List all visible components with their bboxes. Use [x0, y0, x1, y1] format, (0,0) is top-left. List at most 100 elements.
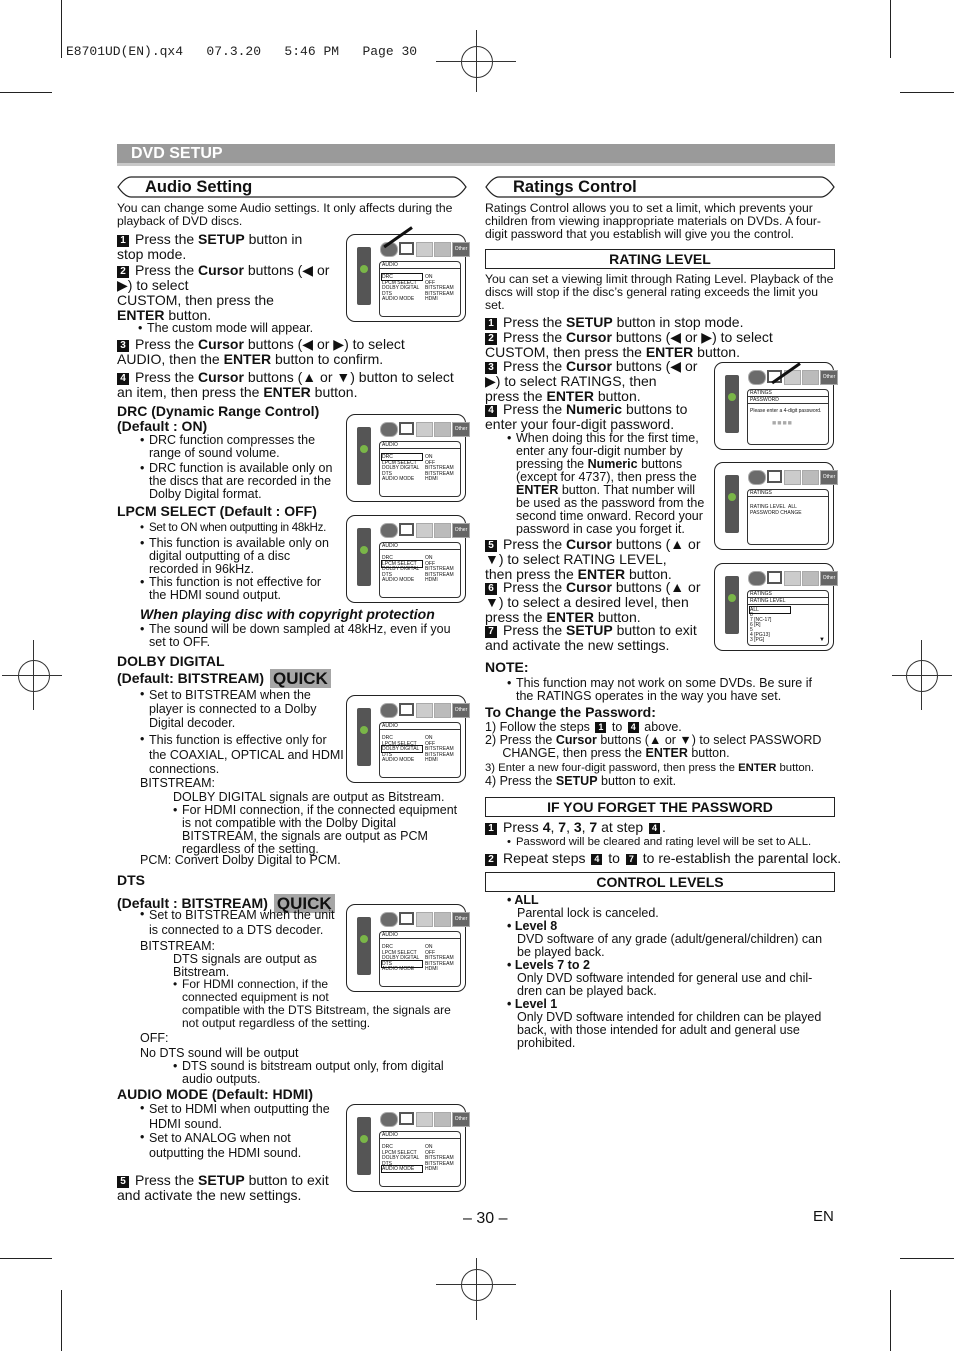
osd-level-row: 3 [PG] — [750, 637, 765, 643]
section-title-bar: DVD SETUP — [117, 144, 835, 166]
audio-speaker-icon — [416, 523, 433, 538]
other-icon: Other — [820, 571, 838, 586]
display-icon — [399, 422, 414, 435]
scroll-down-icon: ▼ — [819, 637, 825, 643]
osd-row: AUDIO MODE HDMI — [382, 966, 438, 973]
forget-step-1: 1 Press 4, 7, 3, 7 at step 4. — [485, 820, 666, 835]
audio-speaker-icon — [784, 571, 801, 586]
osd-screen-illustration: Other AUDIO DRC ON LPCM SELECT OFF DOLBY DIGIT… — [346, 414, 470, 502]
osd-panel: AUDIO DRC ON LPCM SELECT OFF DOLBY DIGITAL BIT… — [379, 722, 461, 778]
dolby-bitstream-bullet: • For HDMI connection, if the connected e… — [173, 803, 458, 856]
other-icon: Other — [452, 912, 470, 927]
remote-control-icon — [357, 708, 371, 766]
ratings-step-2: 2 Press the Cursor buttons (◀ or ▶) to se… — [485, 330, 835, 360]
quick-badge: QUICK — [270, 669, 331, 688]
dolby-bullet-2: • This function is effective only for the … — [140, 732, 344, 777]
osd-title: AUDIO — [380, 1132, 460, 1139]
disc-icon — [380, 422, 398, 437]
remote-control-icon — [357, 917, 371, 975]
key-icon — [434, 703, 451, 718]
lpcm-bullet-1: • Set to ON when outputting in 48kHz. — [140, 521, 327, 534]
audio-step-5: 5 Press the SETUP button to exit and activ… — [117, 1173, 347, 1203]
printer-slug: E8701UD(EN).qx4 07.3.20 5:46 PM Page 30 — [66, 44, 418, 59]
bullet-text: Set to BITSTREAM when the player is conne… — [149, 688, 317, 730]
control-level-item: • Levels 7 to 2 Only DVD software intende… — [507, 959, 837, 998]
ratings-control-title: Ratings Control — [513, 178, 637, 196]
display-icon — [767, 571, 782, 584]
step-text: Press the Cursor buttons (▲ or ▼) to sele… — [485, 579, 701, 625]
note-bullet: • This function may not work on some DVDs… — [507, 676, 812, 703]
audio-step-1: 1 Press the SETUP button in stop mode. — [117, 232, 332, 262]
ratings-step-6: 6 Press the Cursor buttons (▲ or ▼) to sel… — [485, 580, 715, 625]
step-text: Press the SETUP button in stop mode. — [117, 231, 303, 262]
bullet-text: DTS sound is bitstream output only, from… — [182, 1059, 444, 1086]
audio-speaker-icon — [416, 912, 433, 927]
bullet-text: For HDMI connection, if the connected eq… — [182, 803, 458, 856]
dolby-heading: DOLBY DIGITAL (Default: BITSTREAM) QUICK — [117, 654, 331, 688]
other-icon: Other — [452, 1112, 470, 1127]
bullet-text: Set to ON when outputting in 48kHz. — [149, 521, 327, 534]
step-text: Press the SETUP button in stop mode. — [503, 314, 744, 330]
remote-control-icon — [357, 247, 371, 305]
dolby-heading-line1: DOLBY DIGITAL — [117, 653, 225, 669]
ratings-step-1: 1 Press the SETUP button in stop mode. — [485, 315, 835, 330]
note-text: The custom mode will appear. — [147, 321, 314, 335]
key-icon — [434, 523, 451, 538]
osd-row: AUDIO MODE HDMI — [381, 1165, 438, 1174]
remote-control-icon — [725, 375, 739, 433]
bullet-text: Set to ANALOG when not outputting the HDM… — [149, 1131, 302, 1160]
key-icon — [434, 422, 451, 437]
bullet-text: This function is not effective for the HD… — [149, 575, 322, 602]
remote-control-icon — [357, 528, 371, 586]
osd-row: AUDIO MODE HDMI — [382, 577, 438, 584]
key-icon — [434, 1112, 451, 1127]
page-number: – 30 – — [463, 1210, 508, 1227]
bullet-text: This function is available only on digita… — [149, 536, 329, 576]
change-step-2: 2) Press the Cursor buttons (▲ or ▼) to … — [485, 733, 822, 760]
drc-bullet-1: • DRC function compresses the range of sou… — [140, 433, 316, 460]
osd-panel: RATINGS RATING LEVEL ALL PASSWORD CHANGE — [747, 489, 829, 545]
audio-step-4: 4 Press the Cursor buttons (▲ or ▼) butto… — [117, 370, 467, 400]
lpcm-bullet-2: • This function is available only on digit… — [140, 536, 329, 576]
disc-icon — [380, 523, 398, 538]
osd-screen-illustration: Other AUDIO DRC ON LPCM SELECT OFF DOLBY DIGIT… — [346, 904, 470, 992]
display-icon — [399, 523, 414, 536]
bullet-text: Set to HDMI when outputting the HDMI soun… — [149, 1102, 330, 1131]
osd-title: AUDIO — [380, 442, 460, 449]
osd-panel: AUDIO DRC ON LPCM SELECT OFF DOLBY DIGITAL BIT… — [379, 542, 461, 598]
disc-icon — [748, 571, 766, 586]
copyright-heading: When playing disc with copyright protect… — [140, 606, 435, 622]
osd-subtitle: PASSWORD — [748, 397, 828, 404]
control-level-desc: DVD software of any grade (adult/general… — [517, 932, 823, 959]
osd-screen-illustration: Other AUDIO DRC ON LPCM SELECT OFF DOLBY DIGIT… — [346, 515, 470, 603]
step-text: Press the Cursor buttons (▲ or ▼) to sele… — [485, 536, 701, 582]
step-text: Press the Cursor buttons (◀ or ▶) to sele… — [117, 262, 330, 323]
forget-bullet: • Password will be cleared and rating lev… — [507, 836, 812, 848]
dolby-bullet-1: • Set to BITSTREAM when the player is conn… — [140, 687, 317, 731]
copyright-bullet: • The sound will be down sampled at 48kHz… — [140, 622, 451, 649]
disc-icon — [380, 1112, 398, 1127]
key-icon — [802, 470, 819, 485]
osd-title: RATINGS — [748, 490, 828, 497]
audio-speaker-icon — [416, 242, 433, 257]
osd-panel: RATINGS PASSWORD Please enter a 4-digit pa… — [747, 389, 829, 445]
drc-heading-line2: (Default : ON) — [117, 418, 208, 434]
bullet-text: This function is effective only for the C… — [149, 733, 344, 776]
osd-title: AUDIO — [380, 543, 460, 550]
disc-icon — [380, 703, 398, 718]
control-level-desc: Only DVD software intended for children … — [517, 1010, 822, 1050]
key-icon — [802, 571, 819, 586]
audio-speaker-icon — [416, 422, 433, 437]
display-icon — [399, 912, 414, 925]
drc-heading: DRC (Dynamic Range Control) (Default : ON… — [117, 404, 319, 434]
osd-title: RATINGS — [748, 591, 828, 598]
control-level-item: • Level 1 Only DVD software intended for … — [507, 998, 837, 1050]
change-step-3: 3) Enter a new four-digit password, then… — [485, 762, 815, 774]
dts-bullet: • Set to BITSTREAM when the unit is connec… — [140, 907, 335, 938]
ratings-step-3: 3 Press the Cursor buttons (◀ or ▶) to sel… — [485, 359, 710, 404]
drc-heading-line1: DRC (Dynamic Range Control) — [117, 403, 320, 419]
step-text: Press 4, 7, 3, 7 at step 4. — [503, 819, 666, 835]
audio-speaker-icon — [416, 703, 433, 718]
bullet-text: DRC function compresses the range of soun… — [149, 433, 316, 460]
other-icon: Other — [452, 242, 470, 257]
